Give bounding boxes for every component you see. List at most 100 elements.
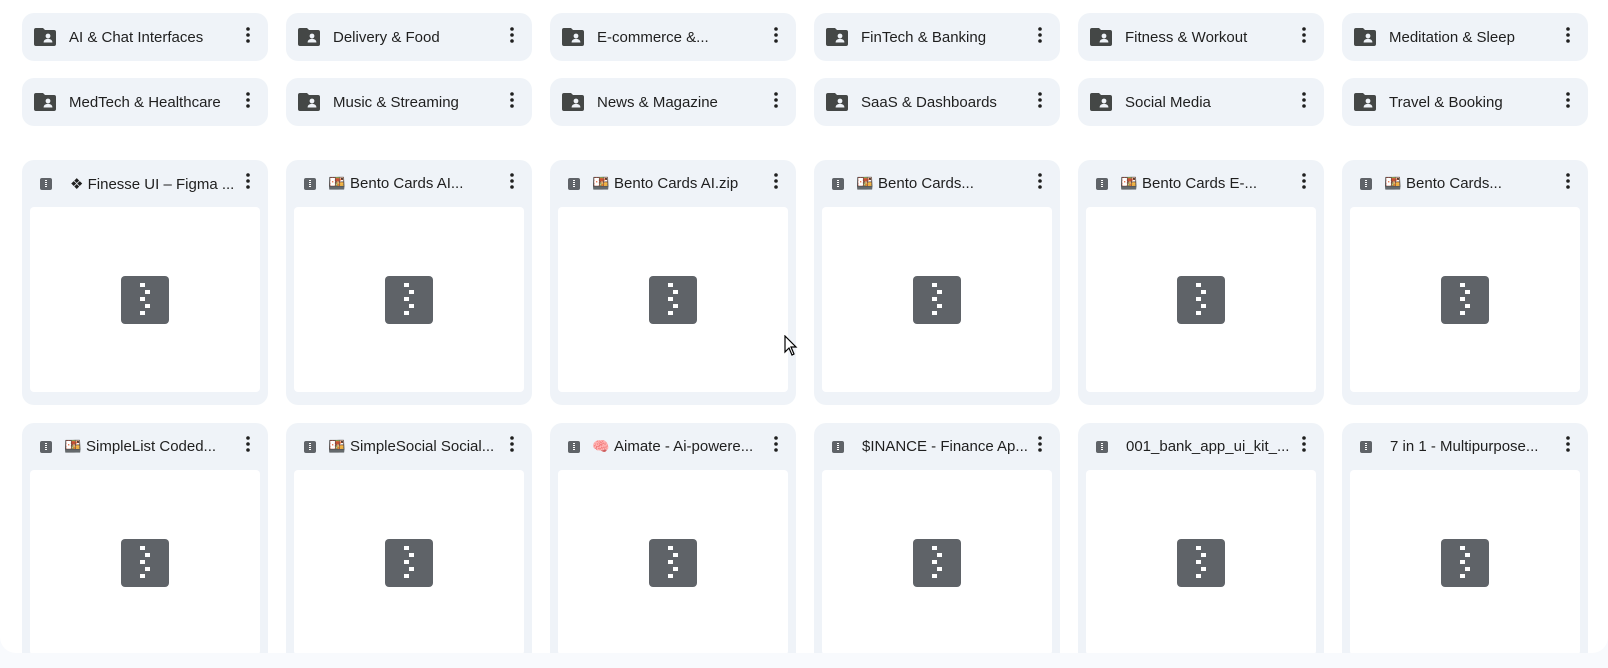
more-vert-icon <box>1038 26 1042 48</box>
more-vert-icon <box>1566 173 1570 194</box>
file-thumbnail[interactable] <box>822 207 1052 392</box>
shared-folder-icon <box>1090 93 1112 111</box>
more-actions-button[interactable] <box>238 23 258 51</box>
more-vert-icon <box>1566 26 1570 48</box>
more-actions-button[interactable] <box>502 23 522 51</box>
file-card[interactable]: 🧠 Aimate - Ai-powere... <box>550 423 796 653</box>
zip-file-icon <box>649 275 697 324</box>
more-actions-button[interactable] <box>1558 433 1578 461</box>
file-emoji: 🍱 <box>1384 175 1402 191</box>
zip-file-icon <box>121 538 169 587</box>
file-emoji: 🍱 <box>328 438 346 454</box>
more-actions-button[interactable] <box>1030 170 1050 198</box>
drive-content-panel: AI & Chat Interfaces Delivery & Food E-com… <box>0 0 1608 653</box>
file-emoji: 🍱 <box>328 175 346 191</box>
folder-card[interactable]: Music & Streaming <box>286 78 532 126</box>
zip-type-icon <box>832 177 844 190</box>
folder-card[interactable]: FinTech & Banking <box>814 13 1060 61</box>
folder-card[interactable]: Meditation & Sleep <box>1342 13 1588 61</box>
file-thumbnail[interactable] <box>1086 470 1316 653</box>
file-name: 001_bank_app_ui_kit_... <box>1126 438 1290 455</box>
file-card[interactable]: 🍱 Bento Cards AI... <box>286 160 532 405</box>
file-thumbnail[interactable] <box>822 470 1052 653</box>
more-vert-icon <box>774 26 778 48</box>
folder-name: E-commerce &... <box>597 28 709 46</box>
file-card[interactable]: 🍱 Bento Cards... <box>1342 160 1588 405</box>
file-card[interactable]: 🍱 Bento Cards AI.zip <box>550 160 796 405</box>
more-actions-button[interactable] <box>766 23 786 51</box>
folder-card[interactable]: Social Media <box>1078 78 1324 126</box>
file-thumbnail[interactable] <box>1350 470 1580 653</box>
file-card-header: ❖ Finesse UI – Figma ... <box>30 160 260 207</box>
zip-file-icon <box>1441 538 1489 587</box>
folder-card[interactable]: SaaS & Dashboards <box>814 78 1060 126</box>
more-actions-button[interactable] <box>1294 23 1314 51</box>
file-thumbnail[interactable] <box>30 207 260 392</box>
folder-card[interactable]: E-commerce &... <box>550 13 796 61</box>
file-name: SimpleList Coded... <box>86 438 217 455</box>
file-card[interactable]: 🍱 SimpleSocial Social... <box>286 423 532 653</box>
file-card[interactable]: 🍱 SimpleList Coded... <box>22 423 268 653</box>
more-actions-button[interactable] <box>1030 88 1050 116</box>
more-actions-button[interactable] <box>1294 88 1314 116</box>
more-vert-icon <box>774 173 778 194</box>
more-actions-button[interactable] <box>238 433 258 461</box>
folder-name: Music & Streaming <box>333 93 459 111</box>
more-actions-button[interactable] <box>766 433 786 461</box>
file-card[interactable]: $INANCE - Finance Ap... <box>814 423 1060 653</box>
folder-name: Fitness & Workout <box>1125 28 1248 46</box>
zip-type-icon <box>40 440 52 453</box>
file-name: Bento Cards E-... <box>1142 175 1258 192</box>
more-actions-button[interactable] <box>502 170 522 198</box>
more-actions-button[interactable] <box>502 433 522 461</box>
file-thumbnail[interactable] <box>294 207 524 392</box>
more-actions-button[interactable] <box>1294 433 1314 461</box>
shared-folder-icon <box>826 93 848 111</box>
more-vert-icon <box>774 436 778 457</box>
more-actions-button[interactable] <box>1558 23 1578 51</box>
more-actions-button[interactable] <box>766 88 786 116</box>
file-thumbnail[interactable] <box>294 470 524 653</box>
shared-folder-icon <box>562 93 584 111</box>
zip-type-icon <box>1096 440 1108 453</box>
file-card-header: 🍱 Bento Cards AI.zip <box>558 160 788 207</box>
file-thumbnail[interactable] <box>558 470 788 653</box>
shared-folder-icon <box>826 28 848 46</box>
folder-card[interactable]: MedTech & Healthcare <box>22 78 268 126</box>
file-card-header: 7 in 1 - Multipurpose... <box>1350 423 1580 470</box>
folder-card[interactable]: Fitness & Workout <box>1078 13 1324 61</box>
file-thumbnail[interactable] <box>1086 207 1316 392</box>
more-actions-button[interactable] <box>1558 88 1578 116</box>
more-actions-button[interactable] <box>766 170 786 198</box>
file-card[interactable]: 001_bank_app_ui_kit_... <box>1078 423 1324 653</box>
file-card[interactable]: ❖ Finesse UI – Figma ... <box>22 160 268 405</box>
file-emoji: 🍱 <box>592 175 610 191</box>
shared-folder-icon <box>34 93 56 111</box>
folder-card[interactable]: Delivery & Food <box>286 13 532 61</box>
more-vert-icon <box>246 26 250 48</box>
folder-card[interactable]: Travel & Booking <box>1342 78 1588 126</box>
more-actions-button[interactable] <box>238 88 258 116</box>
more-actions-button[interactable] <box>502 88 522 116</box>
more-actions-button[interactable] <box>238 170 258 198</box>
more-actions-button[interactable] <box>1030 433 1050 461</box>
more-vert-icon <box>774 91 778 113</box>
more-actions-button[interactable] <box>1030 23 1050 51</box>
more-vert-icon <box>1038 173 1042 194</box>
file-thumbnail[interactable] <box>1350 207 1580 392</box>
folder-card[interactable]: News & Magazine <box>550 78 796 126</box>
folder-card[interactable]: AI & Chat Interfaces <box>22 13 268 61</box>
file-card[interactable]: 🍱 Bento Cards E-... <box>1078 160 1324 405</box>
file-card[interactable]: 7 in 1 - Multipurpose... <box>1342 423 1588 653</box>
file-card[interactable]: 🍱 Bento Cards... <box>814 160 1060 405</box>
zip-type-icon <box>40 177 52 190</box>
more-vert-icon <box>510 26 514 48</box>
file-name: Aimate - Ai-powere... <box>614 438 754 455</box>
file-thumbnail[interactable] <box>30 470 260 653</box>
more-actions-button[interactable] <box>1558 170 1578 198</box>
more-actions-button[interactable] <box>1294 170 1314 198</box>
file-thumbnail[interactable] <box>558 207 788 392</box>
file-name: Bento Cards AI.zip <box>614 175 739 192</box>
shared-folder-icon <box>298 93 320 111</box>
zip-file-icon <box>913 275 961 324</box>
